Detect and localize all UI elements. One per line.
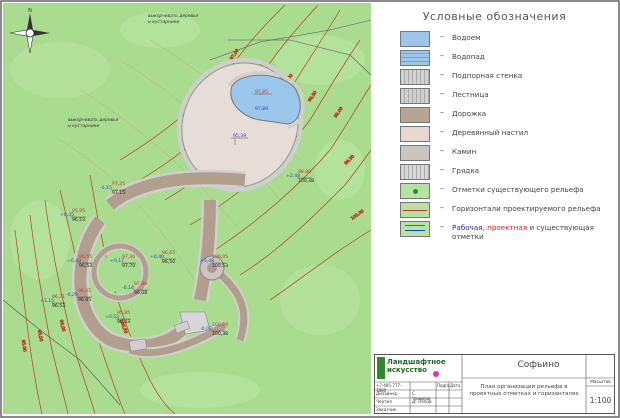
svg-text:100,05: 100,05 [212,254,228,260]
scale-value: 1:100 [589,396,612,405]
legend-label: Водоем [452,33,481,42]
legend-label: Отметки существующего рельефа [452,185,584,194]
legend-swatch [400,50,430,66]
col-date-header: Дата [450,383,461,388]
svg-text:97,70: 97,70 [122,263,135,269]
legend-item: – Водопад [400,50,610,66]
legend-swatch [400,145,430,161]
svg-text:96,45: 96,45 [78,288,91,294]
legend-label: Деревянный настил [452,128,529,137]
legend-item: – Дорожка [400,107,610,123]
legend-swatch [400,88,430,104]
svg-text:97,15: 97,15 [112,190,125,196]
svg-text:97,25: 97,25 [112,181,125,187]
legend-label: Дорожка [452,109,487,118]
title-block-role: Заказчик [376,407,397,412]
title-block-role: Дизайнер [376,391,398,396]
scale-label: Масштаб [590,380,611,385]
logo-line-1: Ландшафтное [387,358,446,366]
svg-text:-0,14: -0,14 [122,285,134,291]
svg-text:-0,02: -0,02 [200,326,212,332]
legend-item: – Деревянный настил [400,126,610,142]
legend-swatch [400,107,430,123]
legend-label: Подпорная стенка [452,71,523,80]
svg-text:96,53: 96,53 [79,263,92,269]
legend-contour-icon [403,210,427,211]
legend-label: Рабочая, проектная и существующая отметк… [452,223,594,241]
title-block-person: Д. Ляпов [412,399,432,404]
sheet-title: План организации рельефа в проектных отм… [469,384,579,397]
drawing-sheet: N выкорчевать деревья и кустарники выкорч… [0,0,620,418]
legend-label: Грядка [452,166,479,175]
legend-swatch [400,31,430,47]
legend-swatch [400,202,430,218]
svg-text:-0,29: -0,29 [66,292,78,298]
svg-text:100,38: 100,38 [298,178,314,184]
logo-line-2: искусство [387,366,427,374]
legend-label: Горизонтали проектируемого рельефа [452,204,601,213]
legend-item: – Лестница [400,88,610,104]
legend-item-level-marks: – Рабочая, проектная и существующая отмет… [400,221,610,241]
legend-swatch [400,69,430,85]
legend-title: Условные обозначения [422,10,567,23]
svg-text:-0,15: -0,15 [100,185,112,191]
title-block-role: Чертил [376,399,392,404]
legend-item: – Камин [400,145,610,161]
legend-item: – Подпорная стенка [400,69,610,85]
legend-label: Камин [452,147,477,156]
legend-point-icon [413,189,418,194]
svg-text:96,53: 96,53 [72,217,85,223]
company-logo: Ландшафтное искусство [387,358,447,374]
legend-swatch [400,183,430,199]
svg-text:96,43: 96,43 [117,319,130,325]
legend-item: – Отметки существующего рельефа [400,183,610,199]
svg-text:N: N [28,8,32,14]
legend-panel: Условные обозначения – Водоем – Водопад – Под… [374,4,615,352]
legend-item: – Горизонтали проектируемого рельефа [400,202,610,218]
svg-text:96,08: 96,08 [134,290,147,296]
legend-label: Водопад [452,52,485,61]
legend-swatch [400,221,430,237]
legend-swatch [400,126,430,142]
svg-text:100,29: 100,29 [212,322,228,328]
legend-label: Лестница [452,90,489,99]
title-block: Ландшафтное искусство +7-495-777-7880 По… [374,354,615,414]
svg-text:100,53: 100,53 [212,263,228,269]
pond-mark-blue: 97,89 [255,106,268,112]
svg-text:97,89: 97,89 [134,281,147,287]
svg-text:96,53: 96,53 [52,303,65,309]
legend-item: – Водоем [400,31,610,47]
object-name: Софьино [517,360,560,370]
svg-text:96,50: 96,50 [162,259,175,265]
svg-text:96,85: 96,85 [78,297,91,303]
legend-swatch [400,164,430,180]
col-sign-header: Подпись [437,383,449,388]
legend-item: – Грядка [400,164,610,180]
svg-text:100,38: 100,38 [212,331,228,337]
